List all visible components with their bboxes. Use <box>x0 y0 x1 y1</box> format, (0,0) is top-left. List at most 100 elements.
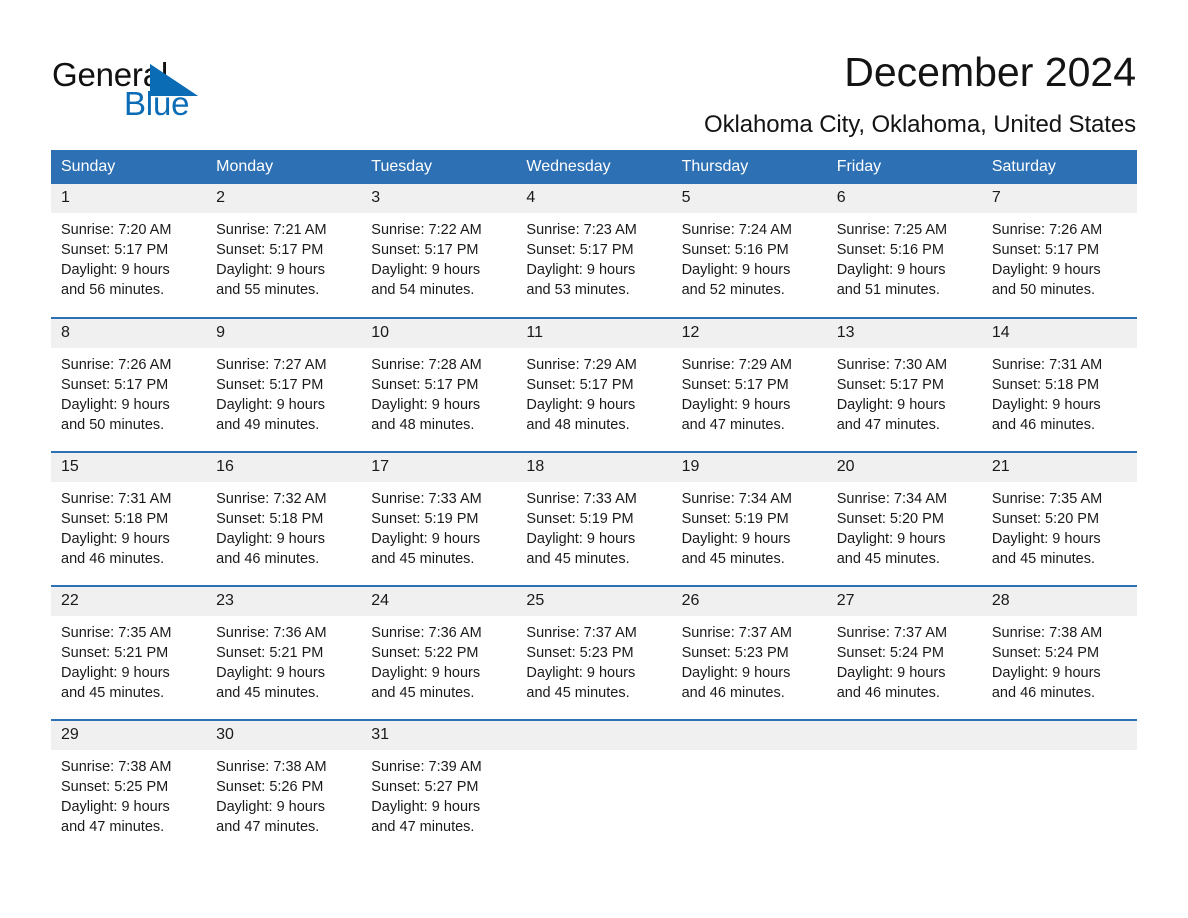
calendar-day-daylight-line2: and 47 minutes. <box>371 819 475 835</box>
calendar-day-daylight-line2: and 45 minutes. <box>371 551 475 567</box>
calendar-day-sunset: Sunset: 5:27 PM <box>371 779 479 795</box>
calendar-day-number: 10 <box>361 319 517 348</box>
calendar-week-row: 15 Sunrise: 7:31 AM Sunset: 5:18 PM Dayligh… <box>51 451 1137 586</box>
calendar-day-cell[interactable]: 8 Sunrise: 7:26 AM Sunset: 5:17 PM Daylight… <box>51 317 207 452</box>
calendar-day-cell[interactable]: 2 Sunrise: 7:21 AM Sunset: 5:17 PM Daylight… <box>206 184 362 318</box>
calendar-day-cell[interactable]: 29 Sunrise: 7:38 AM Sunset: 5:25 PM Dayligh… <box>51 719 207 854</box>
calendar-day-cell[interactable]: 11 Sunrise: 7:29 AM Sunset: 5:17 PM Dayligh… <box>516 317 672 452</box>
calendar-day-details: Sunrise: 7:31 AM Sunset: 5:18 PM Daylight:… <box>51 482 206 569</box>
calendar-day-details: Sunrise: 7:27 AM Sunset: 5:17 PM Daylight:… <box>206 348 361 435</box>
calendar-day-number: 5 <box>671 184 827 213</box>
calendar-day-sunrise: Sunrise: 7:38 AM <box>216 759 327 775</box>
calendar-day-daylight-line1: Daylight: 9 hours <box>526 262 636 278</box>
calendar-day-details: Sunrise: 7:29 AM Sunset: 5:17 PM Daylight:… <box>516 348 671 435</box>
weekday-header-thursday: Thursday <box>671 150 827 184</box>
calendar-table: Sunday Monday Tuesday Wednesday Thursday… <box>51 150 1137 854</box>
calendar-day-daylight-line1: Daylight: 9 hours <box>681 665 791 681</box>
calendar-day-cell[interactable]: 24 Sunrise: 7:36 AM Sunset: 5:22 PM Dayligh… <box>361 585 517 720</box>
calendar-day-sunset: Sunset: 5:24 PM <box>991 645 1100 661</box>
calendar-day-daylight-line1: Daylight: 9 hours <box>371 397 481 413</box>
calendar-day-cell[interactable]: 25 Sunrise: 7:37 AM Sunset: 5:23 PM Dayligh… <box>516 585 672 720</box>
calendar-day-sunrise: Sunrise: 7:25 AM <box>836 222 948 238</box>
calendar-day-daylight-line2: and 50 minutes. <box>61 417 165 433</box>
calendar-day-sunset: Sunset: 5:20 PM <box>991 511 1100 527</box>
calendar-day-sunrise: Sunrise: 7:22 AM <box>371 222 482 238</box>
calendar-day-cell[interactable]: 13 Sunrise: 7:30 AM Sunset: 5:17 PM Dayligh… <box>826 317 982 452</box>
calendar-day-daylight-line1: Daylight: 9 hours <box>991 665 1101 681</box>
calendar-day-details <box>516 750 671 757</box>
calendar-day-cell[interactable]: 12 Sunrise: 7:29 AM Sunset: 5:17 PM Dayligh… <box>671 317 827 452</box>
calendar-day-number: 9 <box>206 319 362 348</box>
calendar-day-details: Sunrise: 7:36 AM Sunset: 5:21 PM Daylight:… <box>206 616 361 703</box>
calendar-day-cell[interactable]: 28 Sunrise: 7:38 AM Sunset: 5:24 PM Dayligh… <box>981 585 1137 720</box>
calendar-day-sunrise: Sunrise: 7:38 AM <box>991 625 1103 641</box>
calendar-day-details: Sunrise: 7:23 AM Sunset: 5:17 PM Daylight:… <box>516 213 671 300</box>
calendar-day-daylight-line1: Daylight: 9 hours <box>991 531 1101 547</box>
calendar-day-cell[interactable]: 19 Sunrise: 7:34 AM Sunset: 5:19 PM Dayligh… <box>671 451 827 586</box>
calendar-day-details: Sunrise: 7:30 AM Sunset: 5:17 PM Daylight:… <box>827 348 982 435</box>
calendar-day-daylight-line1: Daylight: 9 hours <box>216 799 325 815</box>
calendar-day-details: Sunrise: 7:32 AM Sunset: 5:18 PM Daylight:… <box>206 482 361 569</box>
calendar-day-cell[interactable]: 3 Sunrise: 7:22 AM Sunset: 5:17 PM Daylight… <box>361 184 517 318</box>
calendar-day-cell[interactable]: 6 Sunrise: 7:25 AM Sunset: 5:16 PM Daylight… <box>826 184 982 318</box>
calendar-day-number <box>671 721 827 750</box>
calendar-day-cell[interactable]: 30 Sunrise: 7:38 AM Sunset: 5:26 PM Dayligh… <box>206 719 362 854</box>
calendar-day-number: 1 <box>51 184 207 213</box>
calendar-day-cell[interactable]: 21 Sunrise: 7:35 AM Sunset: 5:20 PM Dayligh… <box>981 451 1137 586</box>
calendar-day-cell[interactable]: 4 Sunrise: 7:23 AM Sunset: 5:17 PM Daylight… <box>516 184 672 318</box>
calendar-day-cell[interactable]: 27 Sunrise: 7:37 AM Sunset: 5:24 PM Dayligh… <box>826 585 982 720</box>
calendar-day-cell[interactable]: 16 Sunrise: 7:32 AM Sunset: 5:18 PM Dayligh… <box>206 451 362 586</box>
calendar-day-daylight-line1: Daylight: 9 hours <box>526 665 636 681</box>
calendar-day-number: 17 <box>361 453 517 482</box>
calendar-day-daylight-line1: Daylight: 9 hours <box>836 262 946 278</box>
calendar-day-details: Sunrise: 7:22 AM Sunset: 5:17 PM Daylight:… <box>361 213 516 300</box>
calendar-day-number: 12 <box>671 319 827 348</box>
calendar-day-number <box>516 721 672 750</box>
calendar-day-sunrise: Sunrise: 7:29 AM <box>681 357 792 373</box>
calendar-day-details: Sunrise: 7:33 AM Sunset: 5:19 PM Daylight:… <box>361 482 516 569</box>
calendar-day-daylight-line1: Daylight: 9 hours <box>371 799 481 815</box>
calendar-day-daylight-line2: and 45 minutes. <box>526 551 630 567</box>
calendar-day-cell[interactable]: 18 Sunrise: 7:33 AM Sunset: 5:19 PM Dayligh… <box>516 451 672 586</box>
calendar-day-details: Sunrise: 7:38 AM Sunset: 5:24 PM Daylight:… <box>982 616 1137 703</box>
weekday-header-tuesday: Tuesday <box>361 150 517 184</box>
calendar-day-cell[interactable]: 31 Sunrise: 7:39 AM Sunset: 5:27 PM Dayligh… <box>361 719 517 854</box>
calendar-day-cell[interactable]: 7 Sunrise: 7:26 AM Sunset: 5:17 PM Daylight… <box>981 184 1137 318</box>
calendar-day-number: 26 <box>671 587 827 616</box>
calendar-day-daylight-line2: and 46 minutes. <box>991 417 1096 433</box>
calendar-day-cell[interactable]: 22 Sunrise: 7:35 AM Sunset: 5:21 PM Dayligh… <box>51 585 207 720</box>
calendar-day-sunrise: Sunrise: 7:38 AM <box>61 759 172 775</box>
calendar-day-cell-empty <box>981 719 1137 854</box>
calendar-day-sunset: Sunset: 5:17 PM <box>216 242 324 258</box>
calendar-day-daylight-line2: and 45 minutes. <box>991 551 1096 567</box>
calendar-day-daylight-line2: and 51 minutes. <box>836 282 940 298</box>
calendar-day-cell[interactable]: 5 Sunrise: 7:24 AM Sunset: 5:16 PM Daylight… <box>671 184 827 318</box>
calendar-day-cell[interactable]: 15 Sunrise: 7:31 AM Sunset: 5:18 PM Dayligh… <box>51 451 207 586</box>
calendar-day-sunrise: Sunrise: 7:33 AM <box>526 491 637 507</box>
calendar-day-number: 22 <box>51 587 207 616</box>
calendar-week-row: 22 Sunrise: 7:35 AM Sunset: 5:21 PM Dayligh… <box>51 585 1137 720</box>
calendar-day-sunrise: Sunrise: 7:26 AM <box>991 222 1103 238</box>
calendar-day-details: Sunrise: 7:36 AM Sunset: 5:22 PM Daylight:… <box>361 616 516 703</box>
calendar-day-details: Sunrise: 7:28 AM Sunset: 5:17 PM Daylight:… <box>361 348 516 435</box>
calendar-day-cell[interactable]: 1 Sunrise: 7:20 AM Sunset: 5:17 PM Daylight… <box>51 184 207 318</box>
calendar-day-cell[interactable]: 9 Sunrise: 7:27 AM Sunset: 5:17 PM Daylight… <box>206 317 362 452</box>
calendar-day-daylight-line2: and 45 minutes. <box>836 551 940 567</box>
page-title: December 2024 <box>844 49 1136 95</box>
calendar-day-number: 25 <box>516 587 672 616</box>
calendar-day-cell[interactable]: 10 Sunrise: 7:28 AM Sunset: 5:17 PM Dayligh… <box>361 317 517 452</box>
calendar-day-sunrise: Sunrise: 7:29 AM <box>526 357 637 373</box>
calendar-day-cell[interactable]: 17 Sunrise: 7:33 AM Sunset: 5:19 PM Dayligh… <box>361 451 517 586</box>
calendar-day-number: 13 <box>826 319 982 348</box>
calendar-day-cell[interactable]: 20 Sunrise: 7:34 AM Sunset: 5:20 PM Dayligh… <box>826 451 982 586</box>
calendar-day-number: 6 <box>826 184 982 213</box>
calendar-day-cell[interactable]: 23 Sunrise: 7:36 AM Sunset: 5:21 PM Dayligh… <box>206 585 362 720</box>
calendar-day-details: Sunrise: 7:29 AM Sunset: 5:17 PM Daylight:… <box>672 348 827 435</box>
calendar-day-daylight-line1: Daylight: 9 hours <box>526 531 636 547</box>
calendar-day-daylight-line2: and 47 minutes. <box>216 819 320 835</box>
calendar-day-daylight-line2: and 46 minutes. <box>836 685 940 701</box>
calendar-day-cell[interactable]: 14 Sunrise: 7:31 AM Sunset: 5:18 PM Dayligh… <box>981 317 1137 452</box>
calendar-day-cell[interactable]: 26 Sunrise: 7:37 AM Sunset: 5:23 PM Dayligh… <box>671 585 827 720</box>
logo-general-blue[interactable]: General Blue <box>52 48 312 128</box>
calendar-day-daylight-line2: and 46 minutes. <box>991 685 1096 701</box>
